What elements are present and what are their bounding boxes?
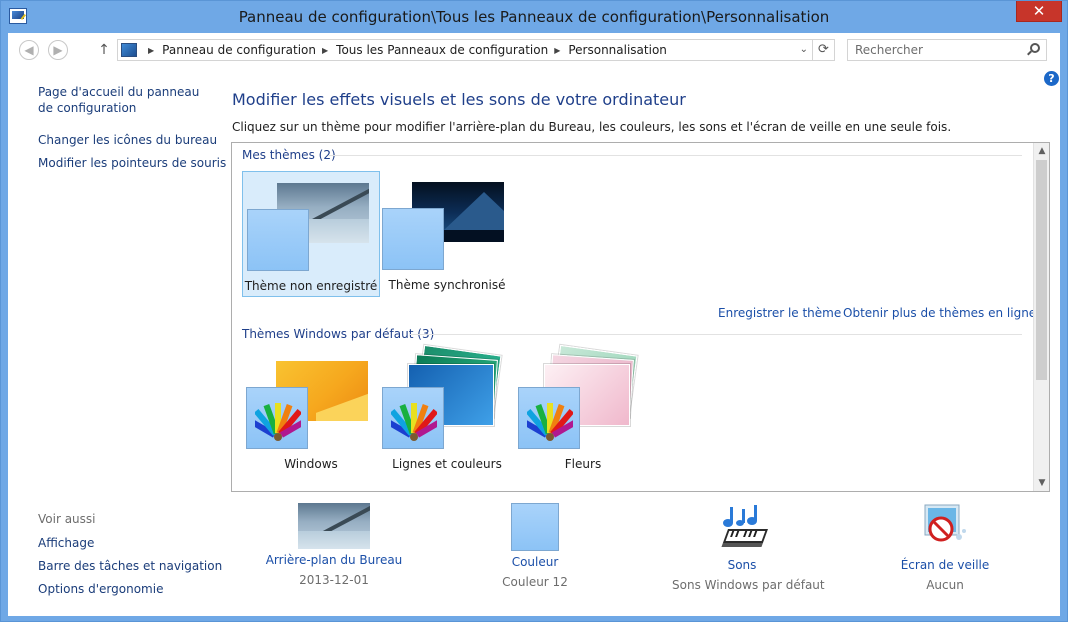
theme-lines-and-colors[interactable]: Lignes et couleurs bbox=[378, 344, 516, 476]
search-box[interactable] bbox=[847, 39, 1047, 61]
change-mouse-pointers-link[interactable]: Modifier les pointeurs de souris bbox=[38, 155, 226, 171]
chevron-right-icon[interactable]: ▶ bbox=[322, 46, 328, 55]
scroll-up-button[interactable]: ▲ bbox=[1034, 143, 1049, 159]
screensaver-value: Aucun bbox=[926, 578, 964, 592]
up-button[interactable]: ↑ bbox=[97, 40, 111, 60]
sounds-value: Sons Windows par défaut bbox=[672, 578, 825, 592]
color-swatch-icon bbox=[518, 387, 580, 449]
theme-label: Lignes et couleurs bbox=[392, 457, 502, 471]
color-swatch-icon[interactable] bbox=[511, 503, 559, 551]
window-title: Panneau de configuration\Tous les Pannea… bbox=[238, 8, 830, 26]
help-button[interactable]: ? bbox=[1044, 71, 1059, 86]
sounds-setting[interactable]: Sons Sons Windows par défaut bbox=[672, 503, 825, 592]
screensaver-link[interactable]: Écran de veille bbox=[880, 558, 1010, 572]
wallpaper-thumbnail[interactable] bbox=[298, 503, 370, 549]
desktop-background-setting[interactable]: Arrière-plan du Bureau 2013-12-01 bbox=[262, 503, 406, 587]
divider bbox=[410, 334, 1022, 335]
divider bbox=[328, 155, 1022, 156]
get-more-themes-link[interactable]: Obtenir plus de thèmes en ligne bbox=[843, 306, 1036, 320]
control-panel-home-link[interactable]: Page d'accueil du panneau de configurati… bbox=[38, 84, 218, 116]
forward-button[interactable]: ▶ bbox=[48, 40, 68, 60]
change-desktop-icons-link[interactable]: Changer les icônes du bureau bbox=[38, 132, 217, 148]
music-keyboard-icon[interactable] bbox=[716, 503, 768, 551]
see-also-title: Voir aussi bbox=[38, 512, 96, 526]
color-swatch-icon bbox=[382, 208, 444, 270]
page-description: Cliquez sur un thème pour modifier l'arr… bbox=[232, 120, 952, 134]
desktop-background-value: 2013-12-01 bbox=[299, 573, 369, 587]
color-swatch-icon bbox=[382, 387, 444, 449]
navigation-bar: ◀ ▶ ↑ ▶ Panneau de configuration ▶ Tous les… bbox=[8, 33, 1060, 67]
theme-flowers[interactable]: Fleurs bbox=[514, 344, 652, 476]
color-palette-icon bbox=[527, 403, 573, 441]
address-bar[interactable]: ▶ Panneau de configuration ▶ Tous les Panne… bbox=[117, 39, 835, 61]
screensaver-setting[interactable]: Écran de veille Aucun bbox=[880, 503, 1010, 592]
color-palette-icon bbox=[255, 403, 301, 441]
chevron-down-icon[interactable]: ⌄ bbox=[800, 44, 808, 55]
refresh-button[interactable]: ⟳ bbox=[812, 40, 834, 60]
scroll-down-button[interactable]: ▼ bbox=[1034, 475, 1049, 491]
theme-label: Thème non enregistré bbox=[244, 279, 378, 293]
scroll-thumb[interactable] bbox=[1036, 160, 1047, 380]
theme-windows[interactable]: Windows bbox=[242, 350, 380, 476]
save-theme-link[interactable]: Enregistrer le thème bbox=[718, 306, 841, 320]
screensaver-icon[interactable] bbox=[919, 503, 971, 551]
my-themes-title: Mes thèmes (2) bbox=[242, 148, 336, 162]
theme-label: Fleurs bbox=[564, 457, 602, 471]
breadcrumb-item[interactable]: Panneau de configuration bbox=[162, 43, 316, 57]
window: Panneau de configuration\Tous les Pannea… bbox=[0, 0, 1068, 622]
breadcrumb: ▶ Panneau de configuration ▶ Tous les Panne… bbox=[142, 43, 667, 57]
taskbar-navigation-link[interactable]: Barre des tâches et navigation bbox=[38, 558, 222, 574]
back-button[interactable]: ◀ bbox=[19, 40, 39, 60]
theme-label: Windows bbox=[284, 457, 338, 471]
chevron-right-icon[interactable]: ▶ bbox=[554, 46, 560, 55]
close-button[interactable]: ✕ bbox=[1016, 1, 1062, 22]
theme-label: Thème synchronisé bbox=[388, 278, 506, 292]
vertical-scrollbar[interactable]: ▲ ▼ bbox=[1033, 143, 1049, 491]
color-palette-icon bbox=[391, 403, 437, 441]
default-themes-title: Thèmes Windows par défaut (3) bbox=[242, 327, 435, 341]
client-area: ◀ ▶ ↑ ▶ Panneau de configuration ▶ Tous les… bbox=[8, 33, 1060, 616]
theme-synchronized[interactable]: Thème synchronisé bbox=[378, 171, 516, 297]
control-panel-icon bbox=[121, 43, 137, 57]
breadcrumb-item[interactable]: Personnalisation bbox=[568, 43, 667, 57]
chevron-right-icon[interactable]: ▶ bbox=[148, 46, 154, 55]
search-input[interactable] bbox=[848, 40, 1024, 60]
color-setting[interactable]: Couleur Couleur 12 bbox=[470, 503, 600, 589]
title-bar[interactable]: Panneau de configuration\Tous les Pannea… bbox=[1, 1, 1067, 33]
theme-unsaved[interactable]: Thème non enregistré bbox=[242, 171, 380, 297]
color-value: Couleur 12 bbox=[502, 575, 568, 589]
color-link[interactable]: Couleur bbox=[470, 555, 600, 569]
display-link[interactable]: Affichage bbox=[38, 535, 94, 551]
color-swatch-icon bbox=[246, 387, 308, 449]
color-swatch-icon bbox=[247, 209, 309, 271]
ease-of-access-link[interactable]: Options d'ergonomie bbox=[38, 581, 163, 597]
sounds-link[interactable]: Sons bbox=[672, 558, 812, 572]
breadcrumb-item[interactable]: Tous les Panneaux de configuration bbox=[336, 43, 548, 57]
settings-bar: Arrière-plan du Bureau 2013-12-01 Couleu… bbox=[232, 503, 1052, 616]
desktop-background-link[interactable]: Arrière-plan du Bureau bbox=[262, 553, 406, 567]
page-title: Modifier les effets visuels et les sons … bbox=[232, 90, 686, 109]
themes-list: Mes thèmes (2) Thème non enregistré Thèm… bbox=[231, 142, 1050, 492]
search-icon[interactable] bbox=[1030, 43, 1040, 53]
